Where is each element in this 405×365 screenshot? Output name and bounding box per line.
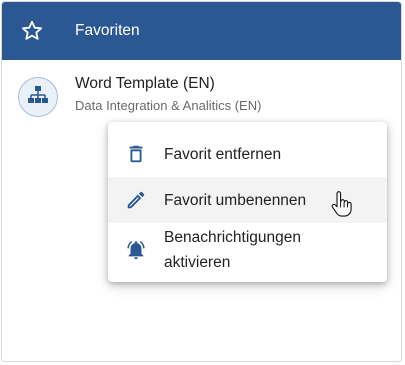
favorite-title: Word Template (EN) [75, 75, 215, 92]
trash-icon [125, 143, 147, 165]
menu-item-label: Favorit umbenennen [164, 192, 307, 209]
menu-item-label-line1: Benachrichtigungen [164, 229, 302, 246]
star-icon [20, 19, 44, 43]
avatar [18, 77, 58, 117]
sitemap-icon [27, 85, 49, 110]
favorites-title: Favoriten [75, 22, 140, 39]
favorite-subtitle: Data Integration & Analitics (EN) [75, 98, 262, 113]
pencil-icon [125, 189, 147, 211]
bell-ring-icon [125, 239, 147, 261]
menu-item-remove-favorite[interactable]: Favorit entfernen [108, 134, 387, 174]
menu-item-label: Favorit entfernen [164, 146, 282, 163]
hand-cursor-icon [331, 191, 353, 217]
favorite-item[interactable]: Word Template (EN) Data Integration & An… [2, 64, 401, 126]
menu-item-label-line2: aktivieren [164, 254, 231, 271]
menu-item-enable-notifications[interactable]: Benachrichtigungen aktivieren [108, 225, 387, 277]
favorites-panel: Favoriten Word Template (EN) Data Integr… [1, 1, 402, 362]
favorites-header: Favoriten [2, 2, 401, 60]
